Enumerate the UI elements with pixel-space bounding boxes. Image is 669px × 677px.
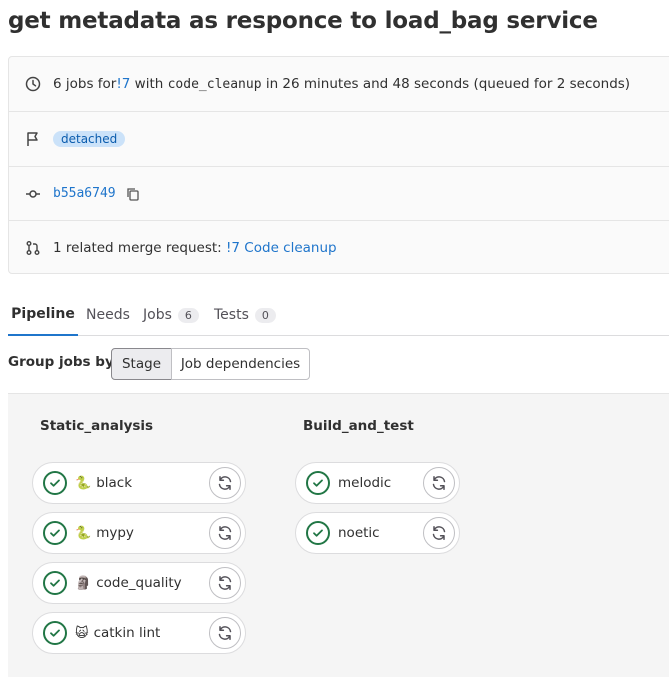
merge-request-icon [25, 240, 41, 256]
clock-icon [25, 76, 41, 92]
pipeline-info-box: 6 jobs for !7 with code_cleanup in 26 mi… [8, 56, 669, 274]
job-name: black [96, 475, 133, 491]
check-circle-icon [43, 571, 67, 595]
retry-icon[interactable] [423, 467, 455, 499]
job-name: melodic [338, 475, 392, 491]
tab-tests-label: Tests [214, 307, 249, 323]
group-by-stage-button[interactable]: Stage [111, 348, 172, 380]
job-mypy[interactable]: 🐍 mypy [32, 512, 246, 554]
pipeline-graph: Static_analysis Build_and_test 🐍 black 🐍… [8, 393, 669, 677]
job-catkin-lint[interactable]: 🙀 catkin lint [32, 612, 246, 654]
scream-cat-emoji: 🙀 [75, 625, 89, 641]
retry-icon[interactable] [209, 567, 241, 599]
retry-icon[interactable] [209, 517, 241, 549]
copy-icon[interactable] [126, 187, 140, 201]
group-jobs-label: Group jobs by [8, 354, 114, 370]
job-name: mypy [96, 525, 134, 541]
check-circle-icon [306, 471, 330, 495]
commit-row: b55a6749 [9, 166, 669, 220]
job-black[interactable]: 🐍 black [32, 462, 246, 504]
tab-jobs[interactable]: Jobs 6 [143, 294, 199, 336]
snake-emoji: 🐍 [75, 525, 92, 541]
tab-needs-label: Needs [86, 307, 130, 323]
summary-with: with [130, 76, 168, 92]
flag-icon [25, 131, 41, 147]
tab-jobs-label: Jobs [143, 307, 172, 323]
job-code-quality[interactable]: 🗿 code_quality [32, 562, 246, 604]
detached-badge: detached [53, 130, 126, 147]
stage-title: Build_and_test [303, 418, 414, 434]
group-by-dependencies-button[interactable]: Job dependencies [171, 348, 310, 380]
check-circle-icon [43, 471, 67, 495]
summary-duration: in 26 minutes and 48 seconds (queued for… [261, 76, 631, 92]
commit-sha-link[interactable]: b55a6749 [53, 186, 116, 201]
job-name: noetic [338, 525, 380, 541]
mr-reference-link[interactable]: !7 [116, 76, 130, 92]
page-title: get metadata as responce to load_bag ser… [8, 8, 598, 34]
check-circle-icon [43, 621, 67, 645]
summary-prefix: 6 jobs for [53, 76, 117, 92]
moai-emoji: 🗿 [75, 575, 92, 591]
job-name: catkin lint [93, 625, 161, 641]
pipeline-summary-row: 6 jobs for !7 with code_cleanup in 26 mi… [9, 57, 669, 111]
check-circle-icon [306, 521, 330, 545]
tab-pipeline[interactable]: Pipeline [8, 294, 78, 336]
commit-icon [25, 186, 41, 202]
merge-request-row: 1 related merge request: !7 Code cleanup [9, 220, 669, 274]
jobs-count-badge: 6 [177, 307, 199, 323]
retry-icon[interactable] [423, 517, 455, 549]
merge-request-link[interactable]: !7 Code cleanup [226, 240, 337, 256]
retry-icon[interactable] [209, 467, 241, 499]
tests-count-badge: 0 [254, 307, 276, 323]
job-melodic[interactable]: melodic [295, 462, 460, 504]
check-circle-icon [43, 521, 67, 545]
tab-pipeline-label: Pipeline [11, 306, 75, 322]
merge-request-prefix: 1 related merge request: [53, 239, 227, 256]
branch-name: code_cleanup [167, 76, 262, 92]
retry-icon[interactable] [209, 617, 241, 649]
badge-row: detached [9, 111, 669, 165]
tab-tests[interactable]: Tests 0 [214, 294, 276, 336]
pipeline-tabs: Pipeline Needs Jobs 6 Tests 0 [8, 294, 669, 336]
snake-emoji: 🐍 [75, 475, 92, 491]
tab-needs[interactable]: Needs [86, 294, 130, 336]
job-noetic[interactable]: noetic [295, 512, 460, 554]
stage-title: Static_analysis [40, 418, 154, 434]
job-name: code_quality [96, 575, 182, 591]
